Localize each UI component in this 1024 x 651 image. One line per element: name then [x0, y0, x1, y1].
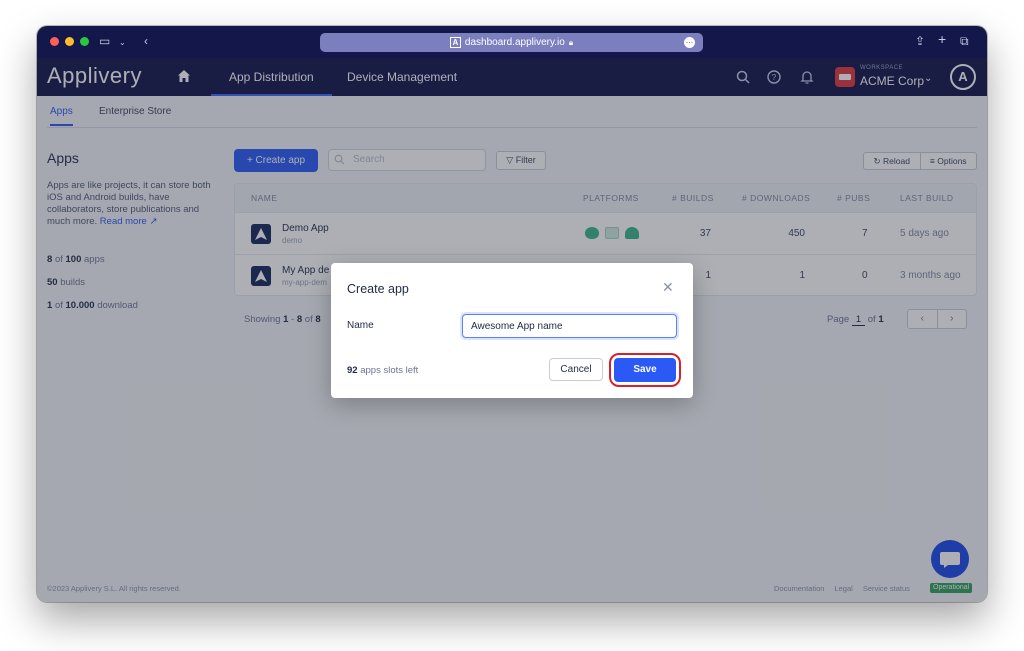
browser-window: ▭ ⌄ ‹ A dashboard.applivery.io 🔒︎ … ⇪ + … — [37, 26, 987, 602]
cancel-button[interactable]: Cancel — [549, 358, 603, 381]
lock-icon: 🔒︎ — [568, 37, 574, 47]
name-label: Name — [347, 320, 374, 331]
close-window-button[interactable] — [50, 37, 59, 46]
dialog-title: Create app — [347, 282, 409, 296]
slots-left: 92 apps slots left — [347, 365, 419, 376]
zoom-window-button[interactable] — [80, 37, 89, 46]
chevron-down-icon[interactable]: ⌄ — [119, 36, 126, 50]
address-bar[interactable]: A dashboard.applivery.io 🔒︎ … — [320, 33, 703, 52]
share-icon[interactable]: ⇪ — [915, 34, 925, 48]
app-name-input[interactable] — [462, 314, 677, 338]
url-text: dashboard.applivery.io — [464, 37, 565, 48]
window-controls — [50, 37, 89, 46]
site-favicon-icon: A — [449, 37, 461, 48]
sidebar-toggle-icon[interactable]: ▭ — [99, 34, 110, 48]
minimize-window-button[interactable] — [65, 37, 74, 46]
back-icon[interactable]: ‹ — [144, 34, 148, 48]
browser-toolbar: ▭ ⌄ ‹ A dashboard.applivery.io 🔒︎ … ⇪ + … — [37, 26, 987, 58]
close-icon[interactable]: ✕ — [662, 279, 674, 296]
new-tab-icon[interactable]: + — [938, 32, 946, 46]
tabs-overview-icon[interactable]: ⧉ — [960, 34, 969, 48]
save-button[interactable]: Save — [614, 358, 676, 382]
create-app-dialog: Create app ✕ Name 92 apps slots left Can… — [331, 263, 693, 398]
page-menu-icon[interactable]: … — [684, 37, 695, 48]
